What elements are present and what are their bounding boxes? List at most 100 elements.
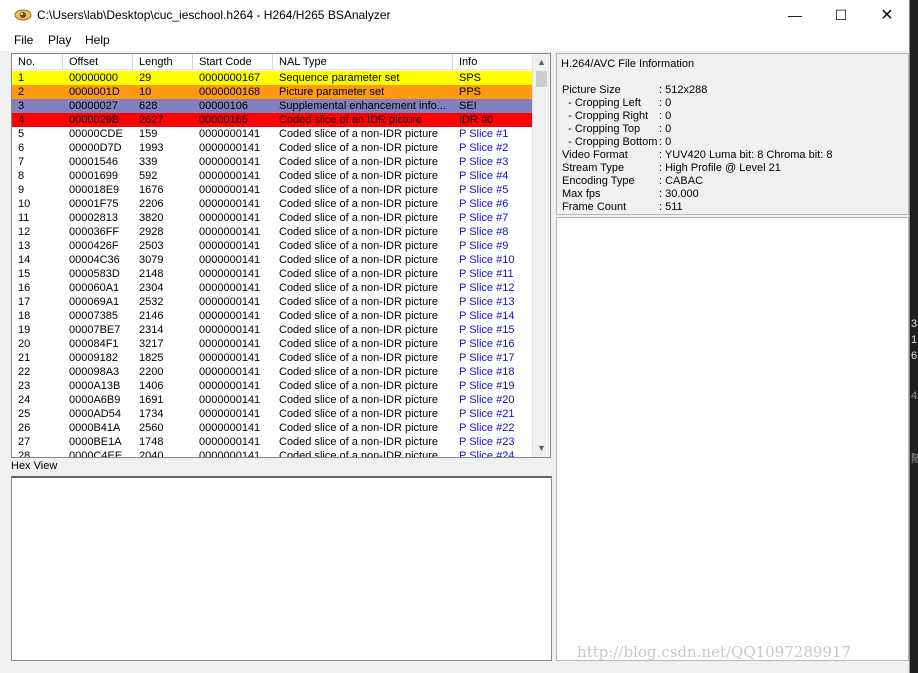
nal-unit-list[interactable]: No. Offset Length Start Code NAL Type In… [11, 53, 551, 458]
cell-info: PPS [459, 86, 482, 98]
hex-view-pane[interactable] [11, 476, 552, 661]
cell-offset: 0000AD54 [69, 408, 121, 420]
table-row[interactable]: 16 000060A1 2304 0000000141 Coded slice of a… [12, 281, 534, 295]
column-header-start-code[interactable]: Start Code [193, 54, 273, 70]
table-row[interactable]: 10 00001F75 2206 0000000141 Coded slice of a… [12, 197, 534, 211]
cell-info: P Slice #15 [459, 324, 515, 336]
cell-length: 1748 [139, 436, 164, 448]
title-bar[interactable]: C:\Users\lab\Desktop\cuc_ieschool.h264 -… [0, 0, 909, 31]
cell-start-code: 00000165 [199, 114, 248, 126]
table-row[interactable]: 25 0000AD54 1734 0000000141 Coded slice of a… [12, 407, 534, 421]
cell-no: 24 [18, 394, 31, 406]
table-row[interactable]: 9 000018E9 1676 0000000141 Coded slice of a … [12, 183, 534, 197]
table-row[interactable]: 6 00000D7D 1993 0000000141 Coded slice of a … [12, 141, 534, 155]
table-row[interactable]: 22 000098A3 2200 0000000141 Coded slice of a… [12, 365, 534, 379]
file-info-panel: H.264/AVC File Information Picture Size:… [556, 53, 909, 215]
table-row[interactable]: 4 0000029B 2627 00000165 Coded slice of an I… [12, 113, 534, 127]
info-value: : 0 [659, 97, 672, 109]
table-row[interactable]: 21 00009182 1825 0000000141 Coded slice of a… [12, 351, 534, 365]
cell-length: 2928 [139, 226, 164, 238]
background-glyph: 3 [911, 318, 918, 330]
detail-pane[interactable] [556, 217, 909, 661]
list-body: 1 00000000 29 0000000167 Sequence parameter … [12, 71, 534, 458]
table-row[interactable]: 26 0000B41A 2560 0000000141 Coded slice of a… [12, 421, 534, 435]
cell-offset: 0000C4EE [69, 450, 123, 458]
info-label: - Cropping Right [562, 110, 649, 122]
cell-start-code: 0000000141 [199, 408, 261, 420]
column-header-nal-type[interactable]: NAL Type [273, 54, 453, 70]
cell-no: 7 [18, 156, 25, 168]
info-label: - Cropping Top [562, 123, 641, 135]
scroll-up-icon[interactable]: ▲ [533, 54, 550, 71]
scroll-down-icon[interactable]: ▼ [533, 440, 550, 457]
minimize-button[interactable]: — [772, 0, 818, 30]
column-header-length[interactable]: Length [133, 54, 193, 70]
cell-offset: 0000029B [69, 114, 120, 126]
table-row[interactable]: 3 00000027 628 00000106 Supplemental enhance… [12, 99, 534, 113]
cell-offset: 000036FF [69, 226, 120, 238]
menu-file[interactable]: File [14, 33, 33, 47]
column-header-no[interactable]: No. [12, 54, 63, 70]
cell-nal-type: Supplemental enhancement info... [279, 100, 446, 112]
table-row[interactable]: 12 000036FF 2928 0000000141 Coded slice of a… [12, 225, 534, 239]
table-row[interactable]: 20 000084F1 3217 0000000141 Coded slice of a… [12, 337, 534, 351]
cell-length: 1825 [139, 352, 164, 364]
window-title: C:\Users\lab\Desktop\cuc_ieschool.h264 -… [37, 8, 391, 22]
cell-info: P Slice #2 [459, 142, 509, 154]
table-row[interactable]: 17 000069A1 2532 0000000141 Coded slice of a… [12, 295, 534, 309]
cell-start-code: 0000000141 [199, 198, 261, 210]
table-row[interactable]: 27 0000BE1A 1748 0000000141 Coded slice of a… [12, 435, 534, 449]
cell-length: 1734 [139, 408, 164, 420]
cell-start-code: 0000000141 [199, 268, 261, 280]
cell-info: P Slice #1 [459, 128, 509, 140]
cell-length: 2200 [139, 366, 164, 378]
cell-length: 592 [139, 170, 158, 182]
cell-offset: 0000A13B [69, 380, 121, 392]
cell-info: SEI [459, 100, 477, 112]
cell-length: 2206 [139, 198, 164, 210]
cell-start-code: 0000000141 [199, 380, 261, 392]
cell-no: 11 [18, 212, 30, 224]
maximize-button[interactable]: ☐ [818, 0, 864, 30]
column-header-offset[interactable]: Offset [63, 54, 133, 70]
table-row[interactable]: 2 0000001D 10 0000000168 Picture parameter s… [12, 85, 534, 99]
cell-info: P Slice #17 [459, 352, 515, 364]
cell-length: 29 [139, 72, 152, 84]
cell-nal-type: Coded slice of a non-IDR picture [279, 226, 438, 238]
list-header: No. Offset Length Start Code NAL Type In… [12, 54, 534, 70]
table-row[interactable]: 19 00007BE7 2314 0000000141 Coded slice of a… [12, 323, 534, 337]
cell-offset: 00007385 [69, 310, 118, 322]
hex-view-label: Hex View [11, 460, 58, 472]
cell-no: 12 [18, 226, 31, 238]
info-label: Max fps [562, 188, 601, 200]
menu-help[interactable]: Help [85, 33, 110, 47]
scroll-thumb[interactable] [536, 71, 547, 87]
cell-nal-type: Sequence parameter set [279, 72, 400, 84]
list-scrollbar[interactable]: ▲ ▼ [532, 54, 550, 457]
table-row[interactable]: 18 00007385 2146 0000000141 Coded slice of a… [12, 309, 534, 323]
table-row[interactable]: 13 0000426F 2503 0000000141 Coded slice of a… [12, 239, 534, 253]
cell-offset: 0000BE1A [69, 436, 122, 448]
table-row[interactable]: 11 00002813 3820 0000000141 Coded slice of a… [12, 211, 534, 225]
table-row[interactable]: 28 0000C4EE 2040 0000000141 Coded slice of a… [12, 449, 534, 458]
table-row[interactable]: 24 0000A6B9 1691 0000000141 Coded slice of a… [12, 393, 534, 407]
menu-play[interactable]: Play [48, 33, 71, 47]
cell-nal-type: Coded slice of a non-IDR picture [279, 142, 438, 154]
cell-length: 2040 [139, 450, 164, 458]
table-row[interactable]: 23 0000A13B 1406 0000000141 Coded slice of a… [12, 379, 534, 393]
cell-nal-type: Coded slice of a non-IDR picture [279, 240, 438, 252]
table-row[interactable]: 1 00000000 29 0000000167 Sequence parameter … [12, 71, 534, 85]
cell-no: 10 [18, 198, 31, 210]
close-button[interactable]: ✕ [864, 0, 910, 30]
column-header-info[interactable]: Info [453, 54, 534, 70]
table-row[interactable]: 7 00001546 339 0000000141 Coded slice of a n… [12, 155, 534, 169]
table-row[interactable]: 5 00000CDE 159 0000000141 Coded slice of a n… [12, 127, 534, 141]
cell-nal-type: Coded slice of a non-IDR picture [279, 198, 438, 210]
table-row[interactable]: 8 00001699 592 0000000141 Coded slice of a n… [12, 169, 534, 183]
table-row[interactable]: 14 00004C36 3079 0000000141 Coded slice of a… [12, 253, 534, 267]
table-row[interactable]: 15 0000583D 2148 0000000141 Coded slice of a… [12, 267, 534, 281]
cell-length: 339 [139, 156, 158, 168]
cell-info: P Slice #19 [459, 380, 515, 392]
cell-start-code: 0000000141 [199, 254, 261, 266]
info-label: Picture Size [562, 84, 621, 96]
